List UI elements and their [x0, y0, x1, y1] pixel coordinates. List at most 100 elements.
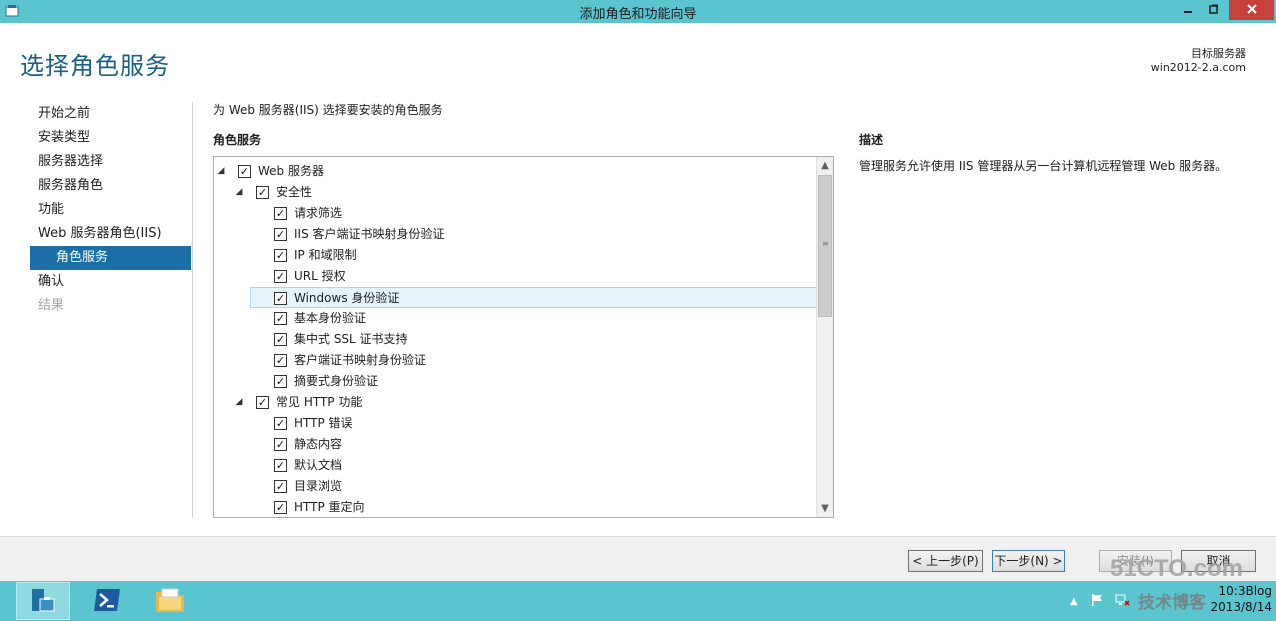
scroll-up-icon[interactable]: ▲ — [817, 157, 833, 174]
role-service-checkbox[interactable]: ✓ — [274, 375, 287, 388]
role-services-heading: 角色服务 — [213, 133, 262, 147]
role-service-label: 目录浏览 — [294, 479, 343, 493]
role-service-checkbox[interactable]: ✓ — [274, 207, 287, 220]
nav-item-features[interactable]: 功能 — [30, 198, 191, 222]
previous-button[interactable]: < 上一步(P) — [908, 550, 983, 572]
close-button[interactable] — [1229, 0, 1274, 20]
target-server-name: win2012-2.a.com — [1150, 61, 1246, 74]
window-titlebar: 添加角色和功能向导 — [0, 0, 1276, 23]
tree-row[interactable]: ◢ ✓ Web 服务器 — [214, 161, 817, 182]
role-service-checkbox[interactable]: ✓ — [274, 480, 287, 493]
network-icon[interactable] — [1114, 593, 1130, 610]
tree-row[interactable]: ✓ 摘要式身份验证 — [214, 371, 817, 392]
server-manager-icon — [28, 585, 58, 618]
nav-item-server-selection[interactable]: 服务器选择 — [30, 150, 191, 174]
role-service-checkbox[interactable]: ✓ — [274, 354, 287, 367]
tree-row[interactable]: ✓ HTTP 错误 — [214, 413, 817, 434]
role-service-label: URL 授权 — [294, 269, 346, 283]
role-services-tree[interactable]: ◢ ✓ Web 服务器 ◢ ✓ 安全性 ✓ 请求筛选 ✓ IIS 客户端证书映射身份验证 ✓ IP 和… — [213, 156, 834, 518]
taskbar-clock[interactable]: 10:3Blog 2013/8/14 — [1210, 583, 1272, 615]
role-service-label: 请求筛选 — [294, 206, 343, 220]
tree-row[interactable]: ✓ IIS 客户端证书映射身份验证 — [214, 224, 817, 245]
role-service-checkbox[interactable]: ✓ — [238, 165, 251, 178]
target-server-label: 目标服务器 — [1191, 47, 1246, 60]
tree-row[interactable]: ✓ 请求筛选 — [214, 203, 817, 224]
expand-collapse-icon[interactable]: ◢ — [234, 392, 244, 413]
tree-row[interactable]: ✓ 基本身份验证 — [214, 308, 817, 329]
role-service-checkbox[interactable]: ✓ — [274, 228, 287, 241]
target-server-info: 目标服务器 win2012-2.a.com — [1151, 47, 1246, 75]
role-service-checkbox[interactable]: ✓ — [274, 333, 287, 346]
restore-icon — [1209, 3, 1219, 17]
tree-row[interactable]: ✓ Windows 身份验证 — [250, 287, 817, 308]
close-icon — [1246, 3, 1257, 17]
tree-row[interactable]: ✓ 默认文档 — [214, 455, 817, 476]
tree-row[interactable]: ✓ URL 授权 — [214, 266, 817, 287]
watermark-51cto: 51CTO.com — [1110, 555, 1243, 582]
clock-date: 2013/8/14 — [1210, 600, 1272, 614]
role-service-label: Windows 身份验证 — [294, 291, 400, 305]
role-service-checkbox[interactable]: ✓ — [274, 270, 287, 283]
role-service-label: HTTP 重定向 — [294, 500, 365, 514]
nav-item-confirmation[interactable]: 确认 — [30, 270, 191, 294]
page-title: 选择角色服务 — [20, 52, 170, 80]
minimize-icon — [1183, 3, 1193, 17]
nav-item-server-roles[interactable]: 服务器角色 — [30, 174, 191, 198]
watermark-tech-blog: 技术博客 — [1138, 593, 1206, 613]
role-service-checkbox[interactable]: ✓ — [256, 186, 269, 199]
role-service-checkbox[interactable]: ✓ — [274, 459, 287, 472]
tree-rows: ◢ ✓ Web 服务器 ◢ ✓ 安全性 ✓ 请求筛选 ✓ IIS 客户端证书映射身份验证 ✓ IP 和… — [214, 161, 817, 517]
tree-row[interactable]: ✓ 客户端证书映射身份验证 — [214, 350, 817, 371]
tree-scrollbar[interactable]: ▲ ≡ ▼ — [816, 157, 833, 517]
role-service-label: 集中式 SSL 证书支持 — [294, 332, 408, 346]
role-service-checkbox[interactable]: ✓ — [274, 501, 287, 514]
expand-collapse-icon[interactable]: ◢ — [234, 182, 244, 203]
scroll-thumb[interactable]: ≡ — [818, 175, 832, 317]
role-service-checkbox[interactable]: ✓ — [256, 396, 269, 409]
taskbar-file-explorer[interactable] — [143, 582, 197, 620]
next-button[interactable]: 下一步(N) > — [992, 550, 1065, 572]
flag-icon[interactable] — [1090, 593, 1104, 610]
role-service-label: Web 服务器 — [258, 164, 324, 178]
tree-row[interactable]: ◢ ✓ 安全性 — [214, 182, 817, 203]
tree-row[interactable]: ✓ IP 和域限制 — [214, 245, 817, 266]
nav-item-before-you-begin[interactable]: 开始之前 — [30, 102, 191, 126]
nav-item-installation-type[interactable]: 安装类型 — [30, 126, 191, 150]
nav-item-web-server-role[interactable]: Web 服务器角色(IIS) — [30, 222, 191, 246]
tree-row[interactable]: ✓ 静态内容 — [214, 434, 817, 455]
role-service-checkbox[interactable]: ✓ — [274, 438, 287, 451]
tree-row[interactable]: ✓ 目录浏览 — [214, 476, 817, 497]
wizard-nav: 开始之前 安装类型 服务器选择 服务器角色 功能 Web 服务器角色(IIS) … — [30, 102, 191, 318]
tree-row[interactable]: ✓ 集中式 SSL 证书支持 — [214, 329, 817, 350]
tree-row[interactable]: ✓ HTTP 重定向 — [214, 497, 817, 517]
folder-icon — [154, 586, 186, 617]
expand-collapse-icon[interactable]: ◢ — [216, 161, 226, 182]
role-service-checkbox[interactable]: ✓ — [274, 249, 287, 262]
minimize-button[interactable] — [1175, 0, 1201, 20]
system-tray: ▲ — [1070, 581, 1130, 621]
tree-row[interactable]: ◢ ✓ 常见 HTTP 功能 — [214, 392, 817, 413]
role-service-checkbox[interactable]: ✓ — [274, 417, 287, 430]
show-hidden-icons-icon[interactable]: ▲ — [1070, 596, 1078, 607]
role-service-label: 基本身份验证 — [294, 311, 367, 325]
role-service-label: 静态内容 — [294, 437, 343, 451]
scroll-down-icon[interactable]: ▼ — [817, 500, 833, 517]
nav-item-results: 结果 — [38, 298, 65, 313]
grip-icon: ≡ — [822, 239, 829, 248]
role-service-checkbox[interactable]: ✓ — [274, 292, 287, 305]
role-service-label: HTTP 错误 — [294, 416, 353, 430]
maximize-button[interactable] — [1201, 0, 1227, 20]
description-heading: 描述 — [859, 133, 884, 147]
watermark-blog-text: Blog — [1245, 584, 1272, 598]
taskbar-server-manager[interactable] — [16, 582, 70, 620]
role-service-label: 摘要式身份验证 — [294, 374, 379, 388]
wizard-footer: < 上一步(P) 下一步(N) > 安装(I) 取消 — [0, 536, 1276, 581]
taskbar-powershell[interactable] — [80, 582, 134, 620]
nav-item-role-services[interactable]: 角色服务 — [30, 246, 191, 270]
intro-text: 为 Web 服务器(IIS) 选择要安装的角色服务 — [213, 103, 443, 117]
description-text: 管理服务允许使用 IIS 管理器从另一台计算机远程管理 Web 服务器。 — [859, 159, 1228, 173]
role-service-label: IP 和域限制 — [294, 248, 357, 262]
powershell-icon — [92, 587, 122, 616]
role-service-checkbox[interactable]: ✓ — [274, 312, 287, 325]
role-service-label: 常见 HTTP 功能 — [276, 395, 363, 409]
